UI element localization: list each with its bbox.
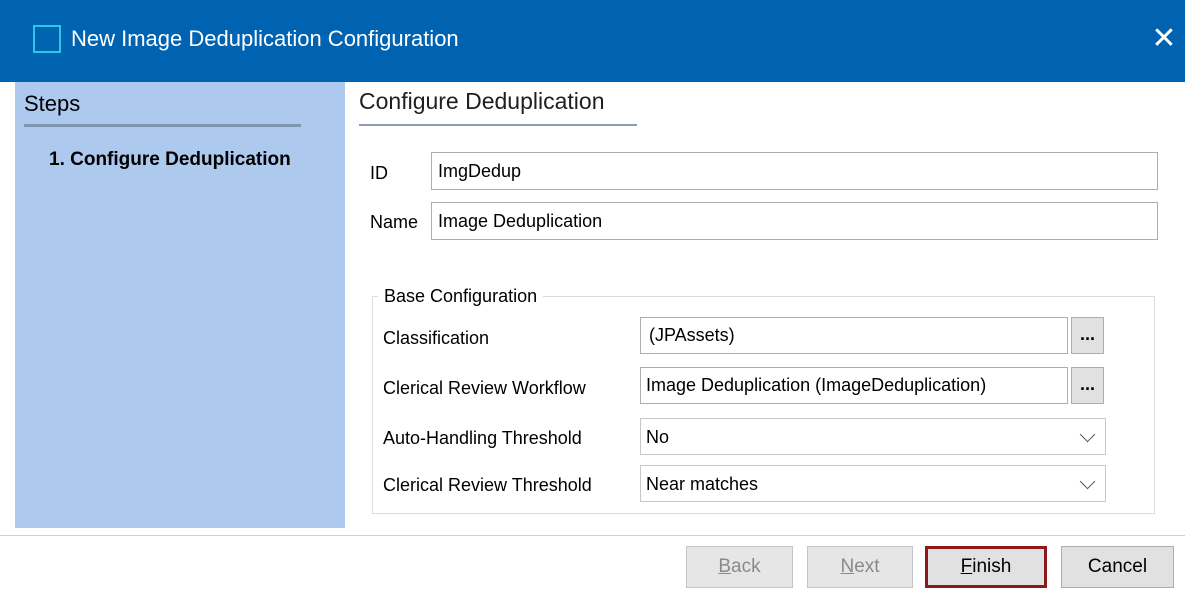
title-bar: New Image Deduplication Configuration ✕ <box>0 0 1185 82</box>
workflow-field[interactable] <box>640 367 1068 404</box>
base-configuration-legend: Base Configuration <box>378 285 544 307</box>
close-icon[interactable]: ✕ <box>1150 24 1178 54</box>
cancel-button[interactable]: Cancel <box>1061 546 1174 588</box>
footer-divider <box>0 535 1185 536</box>
window-title: New Image Deduplication Configuration <box>71 26 459 51</box>
back-button[interactable]: Back <box>686 546 793 588</box>
next-label: ext <box>854 556 880 577</box>
classification-field[interactable] <box>640 317 1068 354</box>
page-title-divider <box>359 124 637 126</box>
auto-threshold-label: Auto-Handling Threshold <box>383 428 582 448</box>
workflow-label: Clerical Review Workflow <box>383 378 586 398</box>
workflow-browse-button[interactable]: ... <box>1071 367 1104 404</box>
window-icon <box>33 25 61 53</box>
review-threshold-value: Near matches <box>646 474 759 494</box>
steps-panel: Steps 1. Configure Deduplication <box>15 82 345 528</box>
name-label: Name <box>370 212 419 232</box>
back-label: ack <box>731 556 761 577</box>
steps-title: Steps <box>24 91 81 116</box>
classification-browse-button[interactable]: ... <box>1071 317 1104 354</box>
review-threshold-label: Clerical Review Threshold <box>383 475 592 495</box>
id-field[interactable] <box>431 152 1158 190</box>
chevron-down-icon <box>1079 426 1096 443</box>
finish-button[interactable]: Finish <box>925 546 1047 588</box>
finish-label: inish <box>972 556 1012 577</box>
review-threshold-select[interactable]: Near matches <box>640 465 1106 502</box>
name-field[interactable] <box>431 202 1158 240</box>
id-label: ID <box>370 163 388 183</box>
next-mnemonic: N <box>840 556 855 577</box>
finish-mnemonic: F <box>960 556 973 577</box>
page-title: Configure Deduplication <box>359 88 605 114</box>
back-mnemonic: B <box>718 556 732 577</box>
step-item-configure-deduplication[interactable]: 1. Configure Deduplication <box>49 148 291 172</box>
classification-label: Classification <box>383 328 490 348</box>
auto-threshold-value: No <box>646 427 670 447</box>
chevron-down-icon <box>1079 473 1096 490</box>
auto-threshold-select[interactable]: No <box>640 418 1106 455</box>
steps-divider <box>24 124 301 127</box>
next-button[interactable]: Next <box>807 546 913 588</box>
